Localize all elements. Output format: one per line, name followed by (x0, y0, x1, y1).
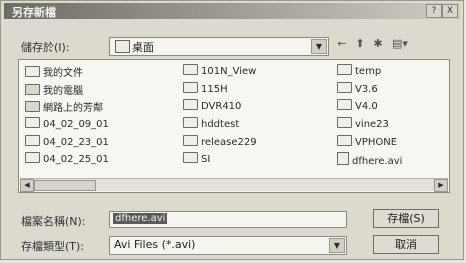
folder-icon (25, 152, 40, 163)
folder-icon (183, 99, 198, 110)
list-item[interactable]: vine23 (337, 117, 389, 131)
list-item[interactable]: DVR410 (183, 99, 241, 113)
folder-icon (183, 135, 198, 146)
help-button[interactable]: ? (426, 4, 442, 18)
filename-label: 檔案名稱(N): (21, 215, 86, 228)
folder-icon (337, 99, 352, 110)
horizontal-scrollbar[interactable]: ◀ ▶ (20, 178, 448, 192)
computer-icon (25, 84, 40, 95)
filetype-value: Avi Files (*.avi) (114, 238, 196, 251)
chevron-down-icon[interactable]: ▼ (329, 238, 345, 253)
cancel-button[interactable]: 取消 (373, 235, 439, 254)
list-item[interactable]: release229 (183, 135, 257, 149)
list-item[interactable]: 04_02_25_01 (25, 152, 109, 166)
list-item[interactable]: 我的文件 (25, 64, 83, 79)
save-in-dropdown[interactable]: 桌面 ▼ (109, 37, 329, 56)
folder-icon (25, 66, 40, 77)
list-item[interactable]: dfhere.avi (337, 152, 402, 167)
folder-icon (183, 152, 198, 163)
file-list[interactable]: 我的文件 我的電腦 網路上的芳鄰 04_02_09_01 04_02_23_01… (18, 59, 450, 193)
list-item[interactable]: temp (337, 64, 381, 78)
save-button[interactable]: 存檔(S) (373, 209, 439, 228)
scroll-left-icon[interactable]: ◀ (20, 179, 34, 192)
list-item[interactable]: 網路上的芳鄰 (25, 99, 103, 114)
new-folder-icon[interactable]: ✱ (371, 38, 385, 50)
up-folder-icon[interactable]: ⬆ (353, 38, 367, 50)
list-item[interactable]: hddtest (183, 117, 239, 131)
list-item[interactable]: 04_02_09_01 (25, 117, 109, 131)
folder-icon (25, 117, 40, 128)
view-menu-icon[interactable]: ▤▾ (389, 38, 411, 50)
folder-icon (183, 117, 198, 128)
folder-icon (25, 135, 40, 146)
list-item[interactable]: V4.0 (337, 99, 378, 113)
title-bar[interactable]: 另存新檔 ? X (4, 3, 460, 19)
list-item[interactable]: VPHONE (337, 135, 397, 149)
list-item[interactable]: 04_02_23_01 (25, 135, 109, 149)
filename-value: dfhere.avi (113, 213, 168, 224)
save-in-value: 桌面 (132, 41, 154, 54)
scroll-right-icon[interactable]: ▶ (434, 179, 448, 192)
network-icon (25, 101, 40, 112)
video-file-icon (337, 152, 349, 165)
list-item[interactable]: V3.6 (337, 82, 378, 96)
list-item[interactable]: 101N_View (183, 64, 256, 78)
back-icon[interactable]: ← (335, 38, 349, 50)
filetype-label: 存檔類型(T): (21, 240, 85, 253)
save-as-dialog: 另存新檔 ? X 儲存於(I): 桌面 ▼ ← ⬆ ✱ ▤▾ 我的文件 我的電腦… (0, 0, 464, 260)
folder-icon (337, 82, 352, 93)
chevron-down-icon[interactable]: ▼ (311, 39, 327, 54)
close-button[interactable]: X (442, 4, 458, 18)
filetype-dropdown[interactable]: Avi Files (*.avi) ▼ (109, 236, 347, 255)
list-item[interactable]: 115H (183, 82, 228, 96)
folder-icon (337, 64, 352, 75)
desktop-icon (115, 40, 130, 53)
scrollbar-thumb[interactable] (34, 180, 96, 191)
filename-input[interactable]: dfhere.avi (109, 211, 347, 228)
folder-icon (337, 117, 352, 128)
folder-icon (337, 135, 352, 146)
folder-icon (183, 82, 198, 93)
list-item[interactable]: SI (183, 152, 210, 166)
list-item[interactable]: 我的電腦 (25, 82, 83, 97)
dialog-title: 另存新檔 (12, 6, 56, 19)
save-in-label: 儲存於(I): (21, 41, 70, 54)
folder-icon (183, 64, 198, 75)
